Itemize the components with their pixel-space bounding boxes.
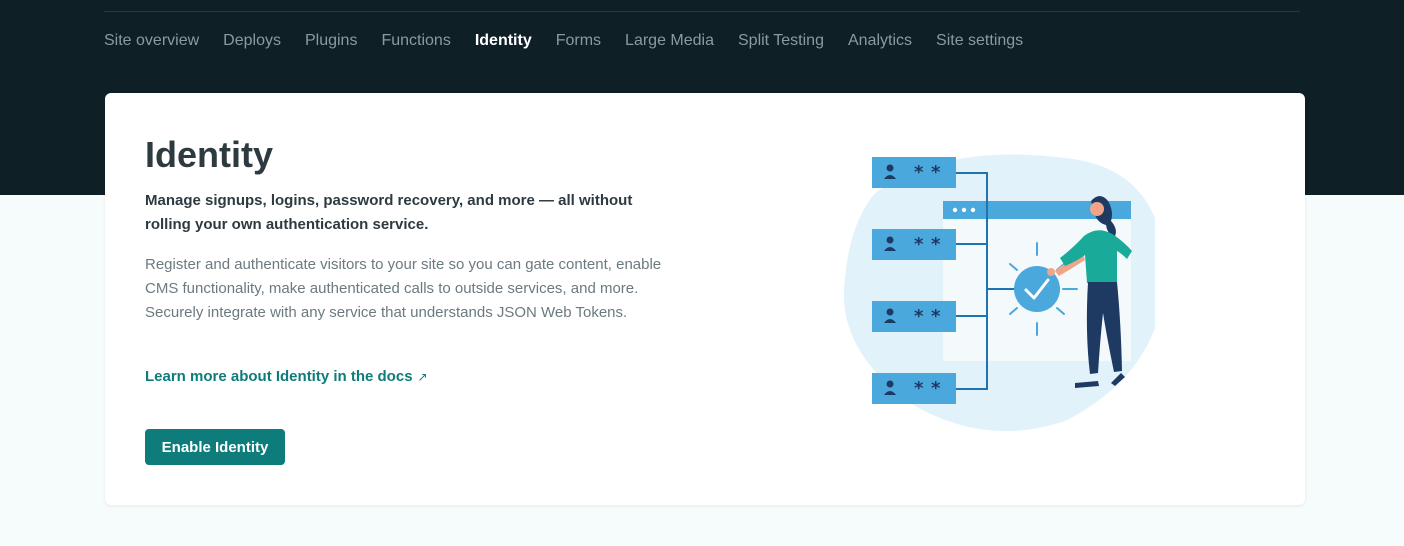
nav-site-settings[interactable]: Site settings <box>936 30 1023 52</box>
svg-text:*: * <box>914 162 924 183</box>
nav-analytics[interactable]: Analytics <box>848 30 912 52</box>
nav-functions[interactable]: Functions <box>381 30 450 52</box>
identity-card: Identity Manage signups, logins, passwor… <box>105 93 1305 505</box>
user-row-icon-1: * * <box>872 157 956 188</box>
nav-site-overview[interactable]: Site overview <box>104 30 199 52</box>
site-nav: Site overview Deploys Plugins Functions … <box>104 30 1023 52</box>
docs-link[interactable]: Learn more about Identity in the docs ↗ <box>145 367 428 387</box>
nav-plugins[interactable]: Plugins <box>305 30 357 52</box>
docs-link-label: Learn more about Identity in the docs <box>145 368 413 385</box>
nav-split-testing[interactable]: Split Testing <box>738 30 824 52</box>
svg-text:*: * <box>931 378 941 399</box>
svg-text:*: * <box>914 306 924 327</box>
svg-text:*: * <box>914 234 924 255</box>
identity-illustration: * * * * * * * * <box>843 154 1155 432</box>
svg-text:*: * <box>931 306 941 327</box>
nav-forms[interactable]: Forms <box>556 30 601 52</box>
svg-text:*: * <box>914 378 924 399</box>
page-title: Identity <box>145 134 274 175</box>
svg-text:*: * <box>931 234 941 255</box>
header-divider <box>104 11 1300 12</box>
nav-identity[interactable]: Identity <box>475 30 532 52</box>
user-row-icon-4: * * <box>872 373 956 404</box>
enable-identity-button[interactable]: Enable Identity <box>145 429 285 465</box>
external-link-icon: ↗ <box>417 370 428 384</box>
lede-text: Manage signups, logins, password recover… <box>145 192 633 233</box>
user-row-icon-2: * * <box>872 229 956 260</box>
nav-large-media[interactable]: Large Media <box>625 30 714 52</box>
description-text: Register and authenticate visitors to yo… <box>145 256 662 321</box>
nav-deploys[interactable]: Deploys <box>223 30 281 52</box>
user-row-icon-3: * * <box>872 301 956 332</box>
svg-text:*: * <box>931 162 941 183</box>
